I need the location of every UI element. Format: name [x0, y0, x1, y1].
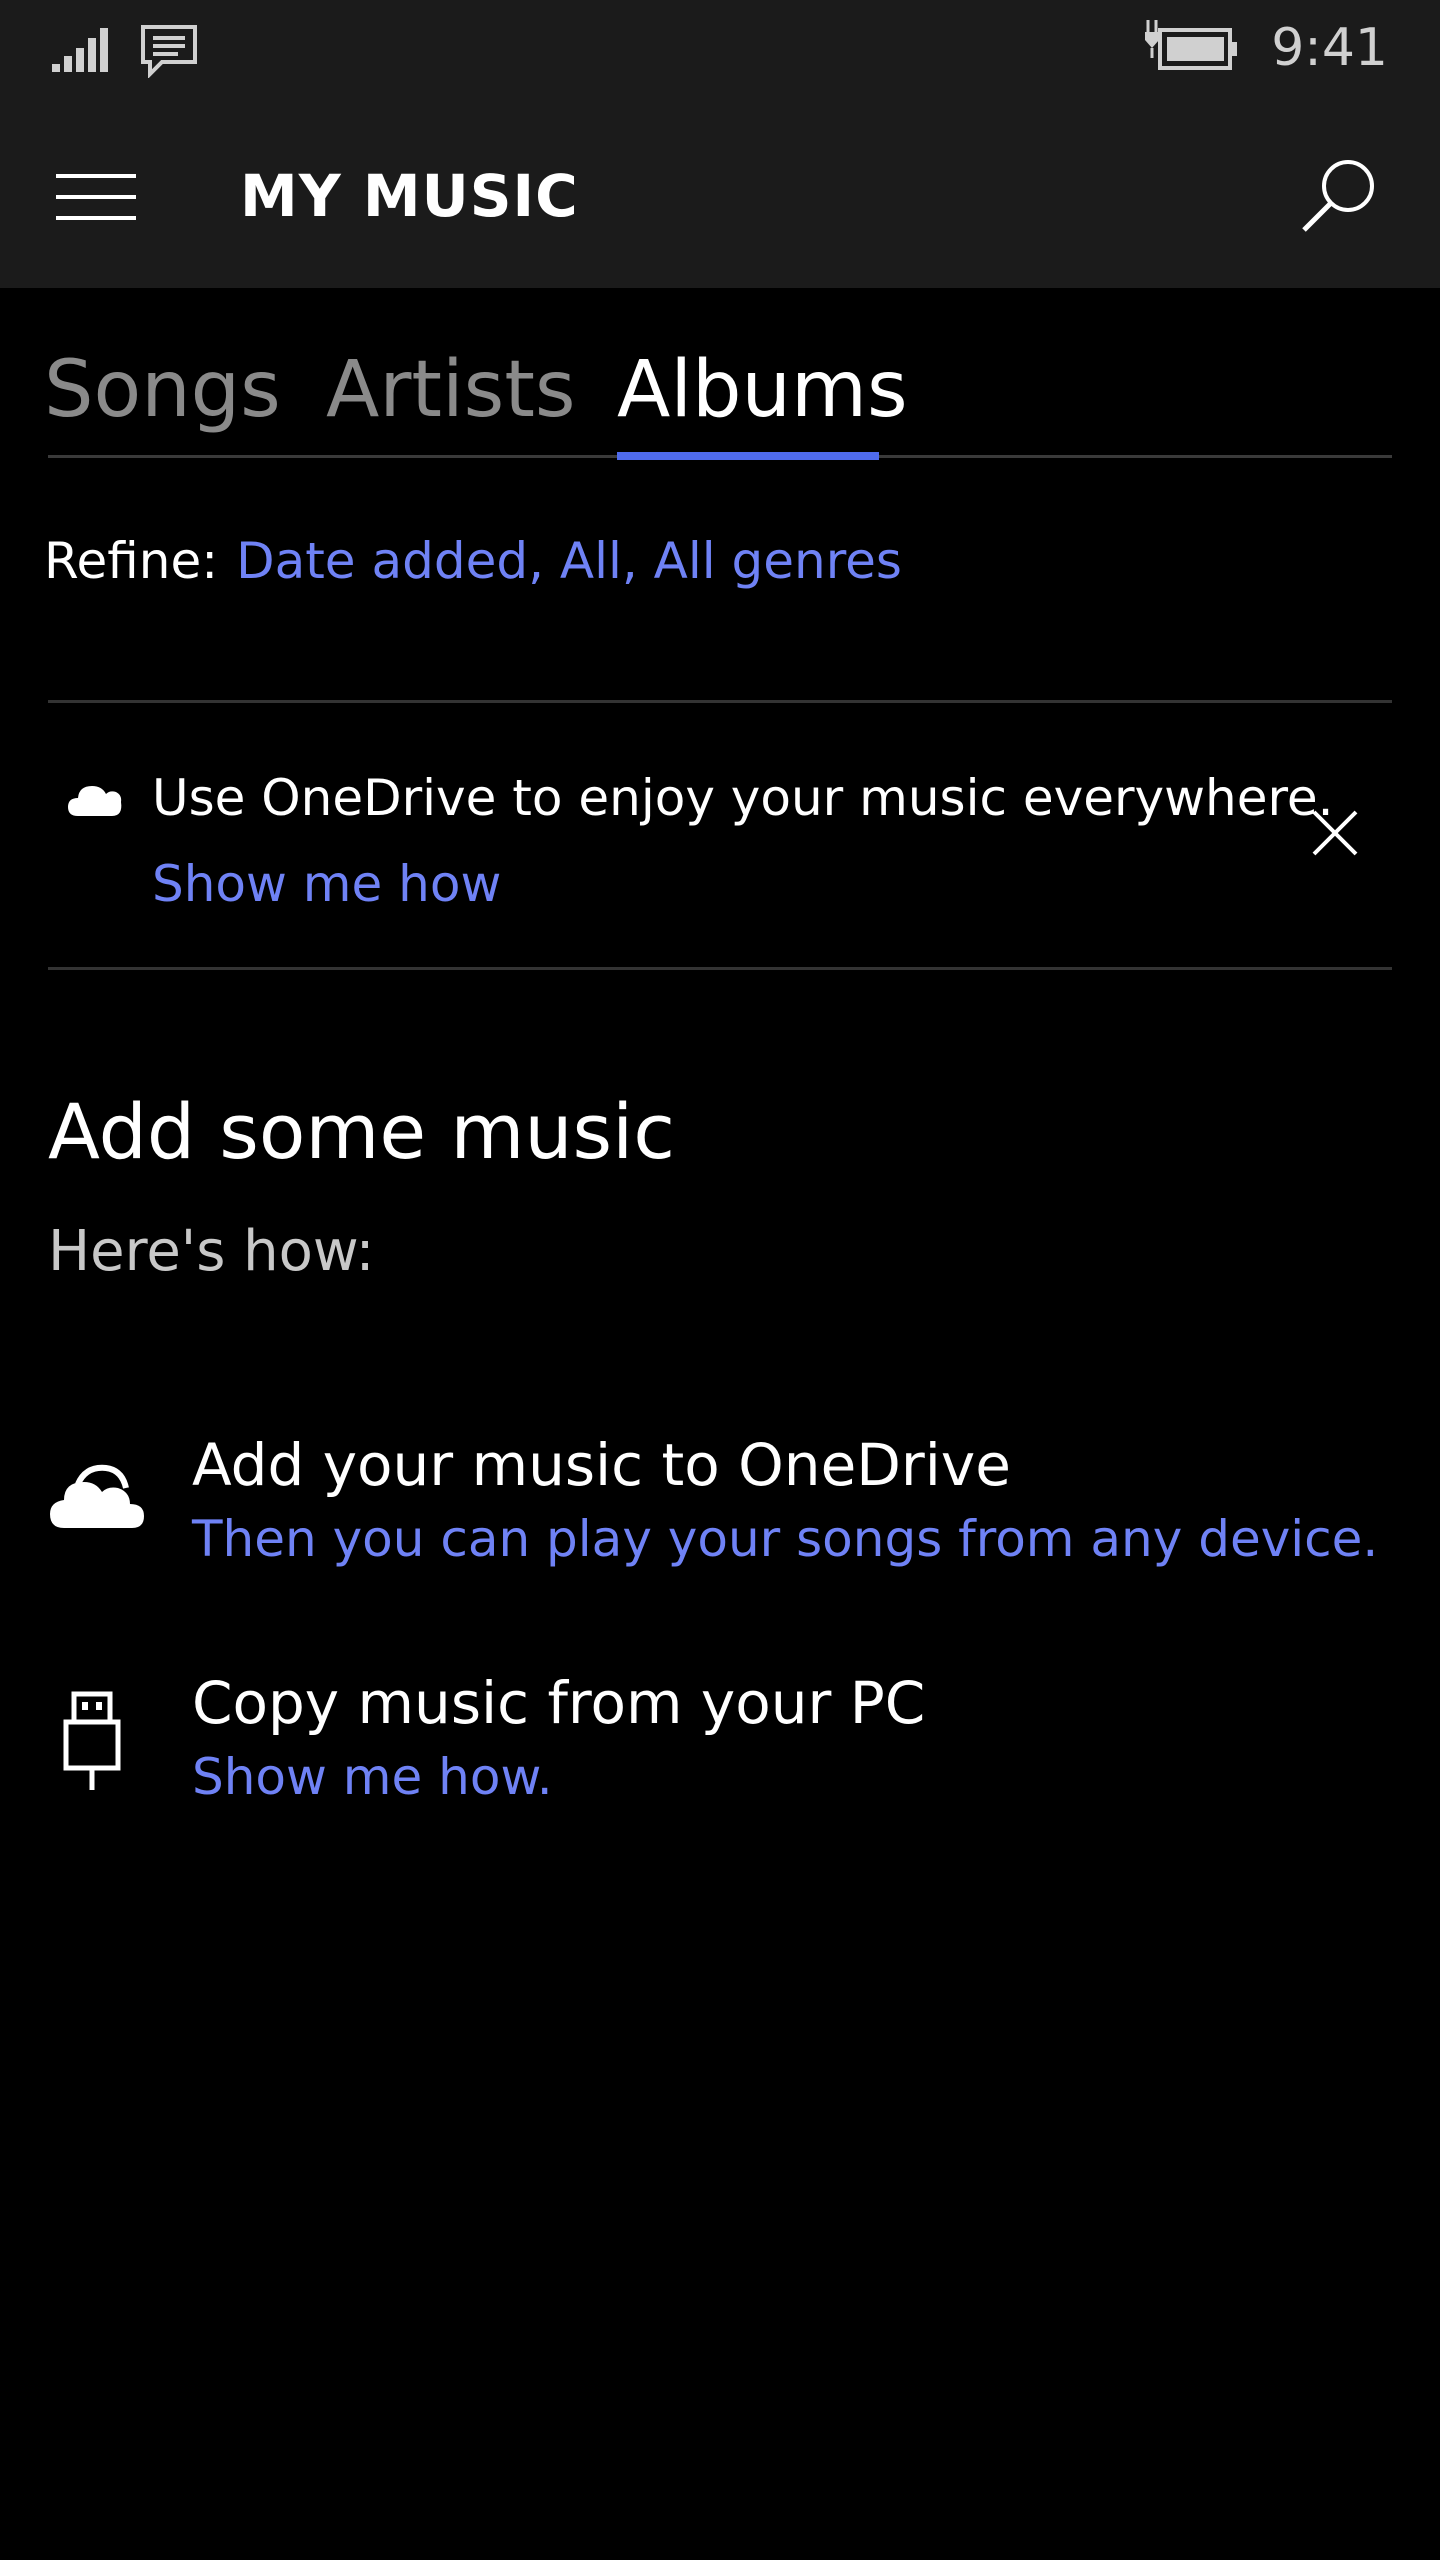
status-time: 9:41 [1271, 18, 1388, 78]
add-to-onedrive-subtitle[interactable]: Then you can play your songs from any de… [192, 1504, 1378, 1574]
copy-from-pc-show-me-how-link[interactable]: Show me how. [192, 1742, 553, 1812]
hamburger-menu-icon[interactable] [56, 174, 136, 220]
page-title: MY MUSIC [240, 162, 579, 230]
battery-charging-icon [1145, 20, 1237, 70]
refine-row: Refine: Date added, All, All genres [44, 526, 902, 596]
add-to-onedrive-title[interactable]: Add your music to OneDrive [192, 1428, 1011, 1502]
search-icon[interactable] [1298, 156, 1378, 236]
divider [48, 967, 1392, 970]
usb-icon [63, 1691, 121, 1790]
cloud-icon [68, 786, 122, 816]
section-title: Add some music [48, 1087, 676, 1176]
active-tab-indicator [617, 452, 879, 460]
onedrive-banner-text: Use OneDrive to enjoy your music everywh… [152, 769, 1334, 827]
message-icon [141, 25, 197, 78]
copy-from-pc-title[interactable]: Copy music from your PC [192, 1666, 925, 1740]
refine-label: Refine: [44, 532, 219, 590]
onedrive-cloud-icon [50, 1464, 144, 1528]
signal-icon [52, 28, 108, 72]
close-icon[interactable] [1310, 808, 1360, 858]
section-subtitle: Here's how: [48, 1219, 375, 1284]
banner-show-me-how-link[interactable]: Show me how [152, 848, 501, 920]
tab-songs[interactable]: Songs [44, 340, 281, 440]
tab-artists[interactable]: Artists [326, 340, 576, 440]
tab-albums[interactable]: Albums [617, 340, 908, 440]
refine-filter-link[interactable]: Date added, All, All genres [236, 532, 902, 590]
divider [48, 700, 1392, 703]
top-bar: 9:41 MY MUSIC [0, 0, 1440, 288]
tab-bar: Songs Artists Albums [44, 340, 1394, 460]
